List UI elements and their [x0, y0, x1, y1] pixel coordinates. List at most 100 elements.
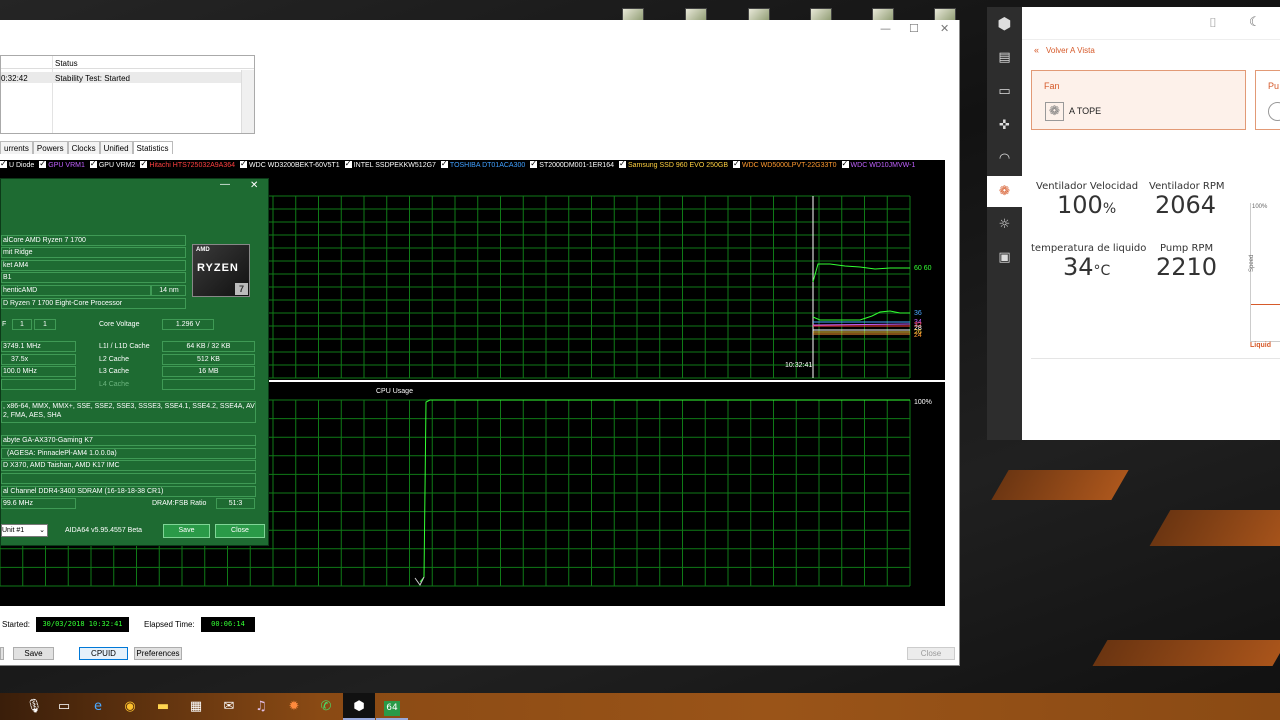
save-button[interactable]: Save: [13, 647, 54, 660]
checkbox-icon[interactable]: [619, 160, 626, 170]
edge-icon[interactable]: e: [82, 693, 114, 720]
file-explorer-icon[interactable]: ▬: [147, 693, 179, 720]
checkbox-icon[interactable]: [440, 160, 448, 170]
app-icon[interactable]: ✹: [278, 693, 310, 720]
legend-item[interactable]: WDC WD3200BEKT-60V5T1: [240, 160, 340, 172]
cpu-multiplier: 37.5x: [1, 354, 76, 365]
legend-item[interactable]: ST2000DM001-1ER164: [530, 160, 614, 172]
minimize-icon[interactable]: —: [220, 179, 230, 190]
lighting-icon[interactable]: ☼: [996, 217, 1013, 232]
legend-item[interactable]: Samsung SSD 960 EVO 250GB: [619, 160, 728, 172]
legend-item[interactable]: GPU VRM1: [39, 160, 85, 172]
f-value-1: 1: [12, 319, 32, 330]
aida64-icon[interactable]: 64: [376, 693, 408, 720]
fan-card-title: Fan: [1044, 81, 1060, 91]
checkbox-icon[interactable]: [39, 160, 47, 170]
speedometer-icon[interactable]: ◠: [996, 151, 1013, 166]
ryzen-logo-num: 7: [235, 283, 248, 295]
checkbox-icon[interactable]: [841, 160, 849, 170]
system-info-icon[interactable]: ▤: [996, 50, 1013, 65]
pump-card[interactable]: Pu: [1255, 70, 1280, 130]
checkbox-icon[interactable]: [733, 160, 740, 170]
cpuid-save-button[interactable]: Save: [163, 524, 210, 538]
monitor-icon[interactable]: ▭: [996, 84, 1013, 99]
app-logo-icon[interactable]: ⬢: [996, 16, 1013, 32]
close-icon[interactable]: ✕: [250, 180, 258, 191]
mail-icon[interactable]: ✉: [213, 693, 245, 720]
checkbox-icon[interactable]: [89, 160, 97, 170]
legend-label: U Diode: [9, 162, 35, 169]
legend-item[interactable]: TOSHIBA DT01ACA300: [440, 160, 525, 172]
tab-clocks[interactable]: Clocks: [67, 141, 100, 154]
status-header: Status: [55, 59, 78, 68]
preferences-button[interactable]: Preferences: [134, 647, 182, 660]
checkbox-icon[interactable]: [344, 160, 352, 170]
legend-item[interactable]: Hitachi HTS725032A9A364: [140, 160, 235, 172]
liquid-temp-number: 34: [1063, 253, 1094, 281]
clear-button-partial[interactable]: [0, 647, 4, 660]
checkbox-icon[interactable]: [0, 160, 7, 170]
legend-label: ST2000DM001-1ER164: [539, 162, 614, 169]
legend-label: WDC WD5000LPVT-22G33T0: [742, 162, 837, 169]
camera-icon[interactable]: ⌷: [1209, 16, 1217, 31]
unit-select[interactable]: Unit #1 ⌄: [1, 524, 48, 537]
close-icon[interactable]: ✕: [940, 22, 949, 35]
back-chevron-icon[interactable]: «: [1034, 45, 1039, 55]
fan-icon[interactable]: ❁: [996, 184, 1013, 199]
minimize-icon[interactable]: —: [880, 22, 891, 35]
legend-item[interactable]: WDC WD5000LPVT-22G33T0: [733, 160, 837, 172]
itunes-icon[interactable]: ♫: [245, 693, 277, 720]
instructions-line-1: , x86-64, MMX, MMX+, SSE, SSE2, SSE3, SS…: [3, 403, 256, 410]
fan-card[interactable]: Fan ❁ A TOPE: [1031, 70, 1246, 130]
cpuid-close-button[interactable]: Close: [215, 524, 265, 538]
microphone-icon[interactable]: 🎙: [18, 693, 50, 720]
divider: [1031, 358, 1280, 359]
moon-icon[interactable]: ☾: [1249, 15, 1261, 30]
sensor-value-label: 60 60: [914, 265, 932, 272]
gamepad-icon[interactable]: ✜: [996, 118, 1013, 133]
legend-item[interactable]: GPU VRM2: [89, 160, 136, 172]
l1-value: 64 KB / 32 KB: [162, 341, 255, 352]
tab-currents[interactable]: urrents: [0, 141, 33, 154]
chart-top-label: 100%: [1252, 204, 1268, 210]
status-header-row: [1, 56, 254, 69]
cpu-vendor: henticAMD: [1, 285, 151, 296]
task-view-icon[interactable]: ▭: [48, 693, 80, 720]
status-time: 0:32:42: [1, 74, 28, 83]
core-voltage-label: Core Voltage: [99, 321, 140, 328]
tab-unified[interactable]: Unified: [99, 141, 133, 154]
cpu-codename: mit Ridge: [1, 247, 186, 258]
tab-powers[interactable]: Powers: [32, 141, 68, 154]
chrome-icon[interactable]: ◉: [114, 693, 146, 720]
legend-label: GPU VRM2: [98, 162, 136, 169]
gigabyte-app-icon[interactable]: ⬢: [343, 693, 375, 720]
checkbox-icon[interactable]: [530, 160, 538, 170]
instructions-box: , x86-64, MMX, MMX+, SSE, SSE2, SSE3, SS…: [1, 401, 256, 423]
fan-speed-unit: %: [1102, 201, 1117, 217]
sensor-trace: [812, 310, 910, 321]
maximize-icon[interactable]: ☐: [909, 22, 919, 35]
checkbox-icon[interactable]: [240, 160, 248, 170]
ryzen-logo-text: RYZEN: [197, 262, 239, 274]
back-link[interactable]: Volver A Vista: [1046, 46, 1095, 55]
legend-item[interactable]: INTEL SSDPEKKW512G7: [344, 160, 436, 172]
whatsapp-icon[interactable]: ✆: [310, 693, 342, 720]
cpuid-button[interactable]: CPUID: [79, 647, 128, 660]
legend-item[interactable]: U Diode: [0, 160, 34, 172]
app-sidebar: ⬢ ▤ ▭ ✜ ◠ ❁ ☼ ▣: [987, 7, 1022, 440]
checkbox-icon[interactable]: [140, 160, 148, 170]
status-scrollbar[interactable]: [241, 70, 254, 133]
sensor-trace: [812, 263, 910, 283]
chipset: D X370, AMD Taishan, AMD K17 IMC: [1, 460, 256, 471]
fan-curve-line: [1251, 304, 1280, 305]
tab-statistics[interactable]: Statistics: [132, 141, 173, 154]
cpu-stepping: B1: [1, 272, 186, 283]
legend-item[interactable]: WDC WD10JMVW-1: [841, 160, 916, 172]
legend-label: WDC WD10JMVW-1: [850, 162, 916, 169]
chart-axis-label: Speed: [1249, 254, 1255, 272]
cpu-usage-trace: [419, 399, 910, 583]
storage-icon[interactable]: ▣: [996, 250, 1013, 265]
fan-curve-chart[interactable]: [1250, 203, 1280, 342]
close-button[interactable]: Close: [907, 647, 955, 660]
store-icon[interactable]: ▦: [180, 693, 212, 720]
